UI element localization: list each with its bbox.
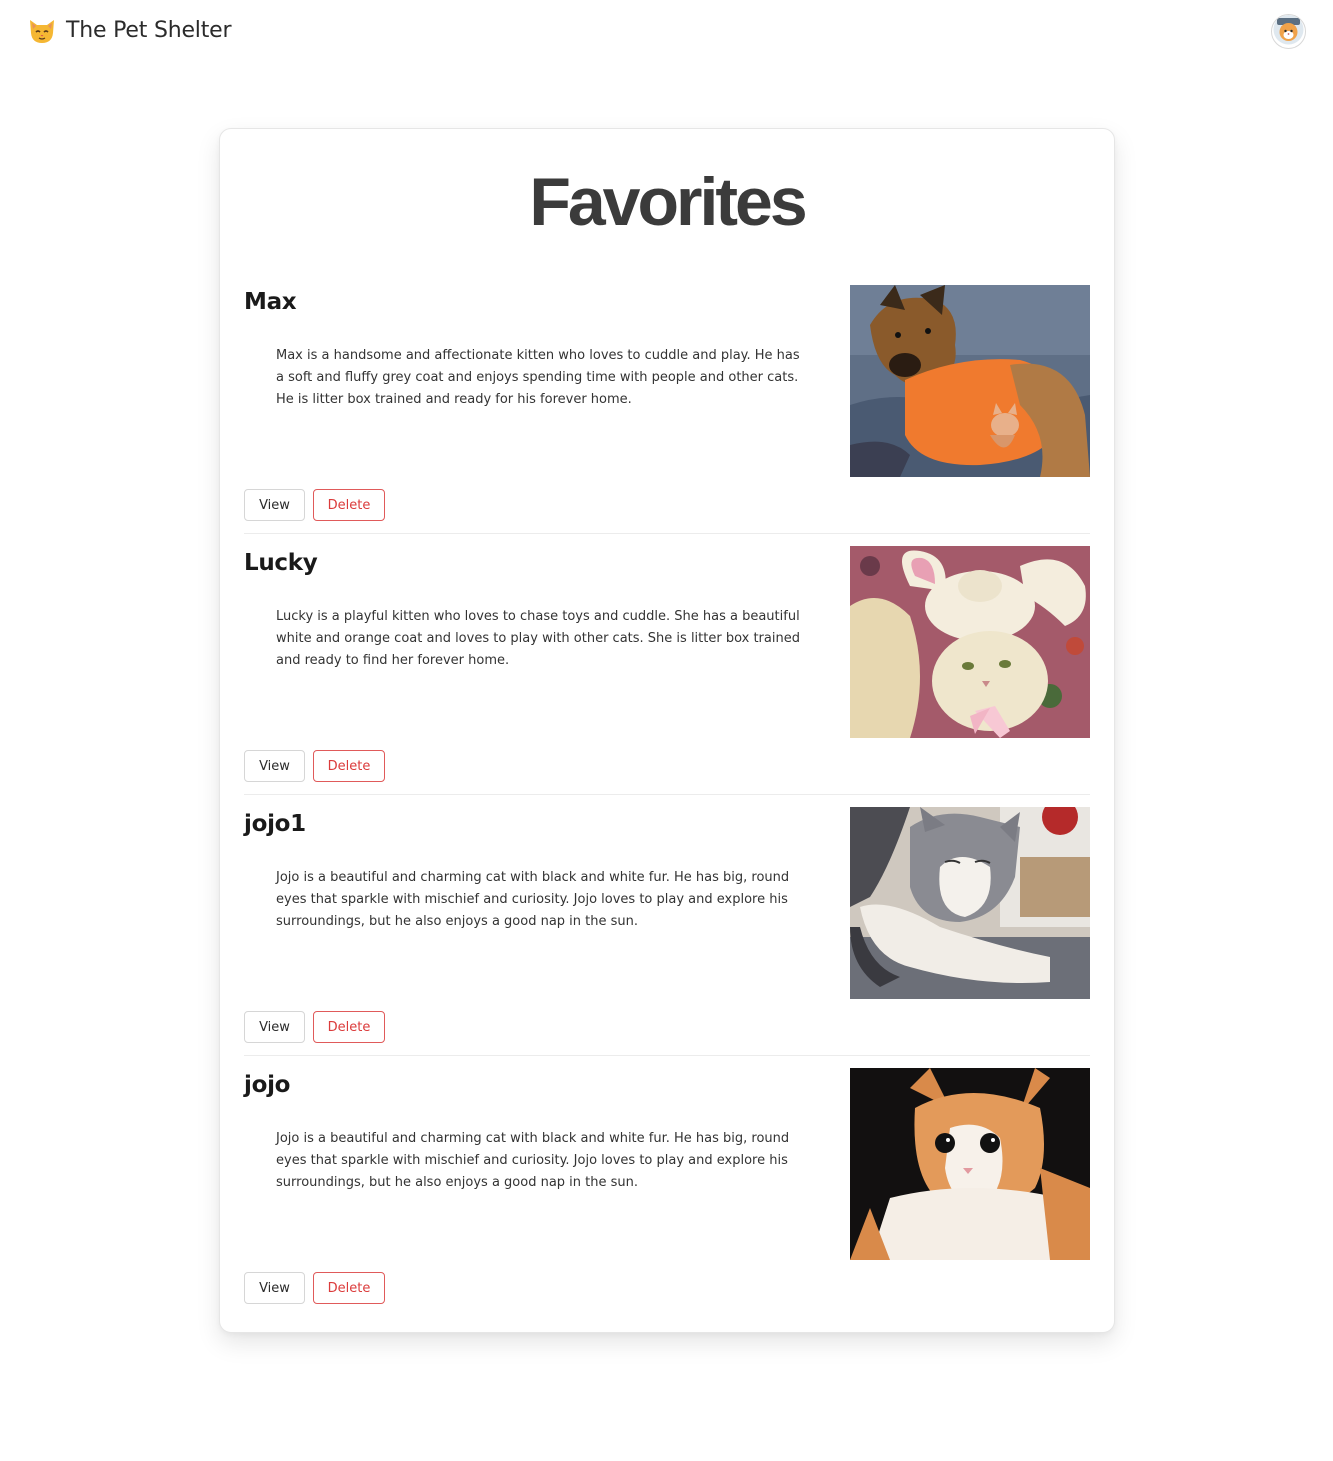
divider [244,533,1090,534]
pet-name: jojo [244,1072,291,1098]
sleeping-grey-cat-photo [850,807,1090,999]
divider [244,794,1090,795]
pet-card-jojo1: jojo1 Jojo is a beautiful and charming c… [244,807,1090,1068]
pet-card-lucky: Lucky Lucky is a playful kitten who love… [244,546,1090,807]
brand[interactable]: The Pet Shelter [26,14,232,46]
pet-name: Max [244,289,297,315]
pet-actions: View Delete [244,1272,385,1304]
dog-with-kitten-photo [850,285,1090,477]
user-avatar-button[interactable] [1271,14,1306,49]
view-button[interactable]: View [244,489,305,521]
cat-in-bunny-hat-photo [850,546,1090,738]
pet-actions: View Delete [244,489,385,521]
pet-description: Lucky is a playful kitten who loves to c… [276,609,800,668]
view-button[interactable]: View [244,1272,305,1304]
pet-name: jojo1 [244,811,306,837]
pet-description: Jojo is a beautiful and charming cat wit… [276,1131,790,1190]
pet-card-jojo: jojo Jojo is a beautiful and charming ca… [244,1068,1090,1329]
delete-button[interactable]: Delete [313,1272,385,1304]
page-title: Favorites [529,164,807,240]
pet-actions: View Delete [244,1011,385,1043]
app-title: The Pet Shelter [66,17,232,43]
delete-button[interactable]: Delete [313,1011,385,1043]
view-button[interactable]: View [244,1011,305,1043]
top-bar: The Pet Shelter [0,0,1333,64]
pet-description: Jojo is a beautiful and charming cat wit… [276,870,790,929]
orange-white-cat-photo [850,1068,1090,1260]
favorites-card: Favorites Max Max is a handsome and affe… [219,128,1115,1333]
user-avatar-icon [1273,15,1304,48]
pet-actions: View Delete [244,750,385,782]
pet-description: Max is a handsome and affectionate kitte… [276,348,800,407]
delete-button[interactable]: Delete [313,489,385,521]
cat-face-icon [26,14,58,46]
pet-card-max: Max Max is a handsome and affectionate k… [244,285,1090,546]
divider [244,1055,1090,1056]
pet-name: Lucky [244,550,318,576]
delete-button[interactable]: Delete [313,750,385,782]
view-button[interactable]: View [244,750,305,782]
